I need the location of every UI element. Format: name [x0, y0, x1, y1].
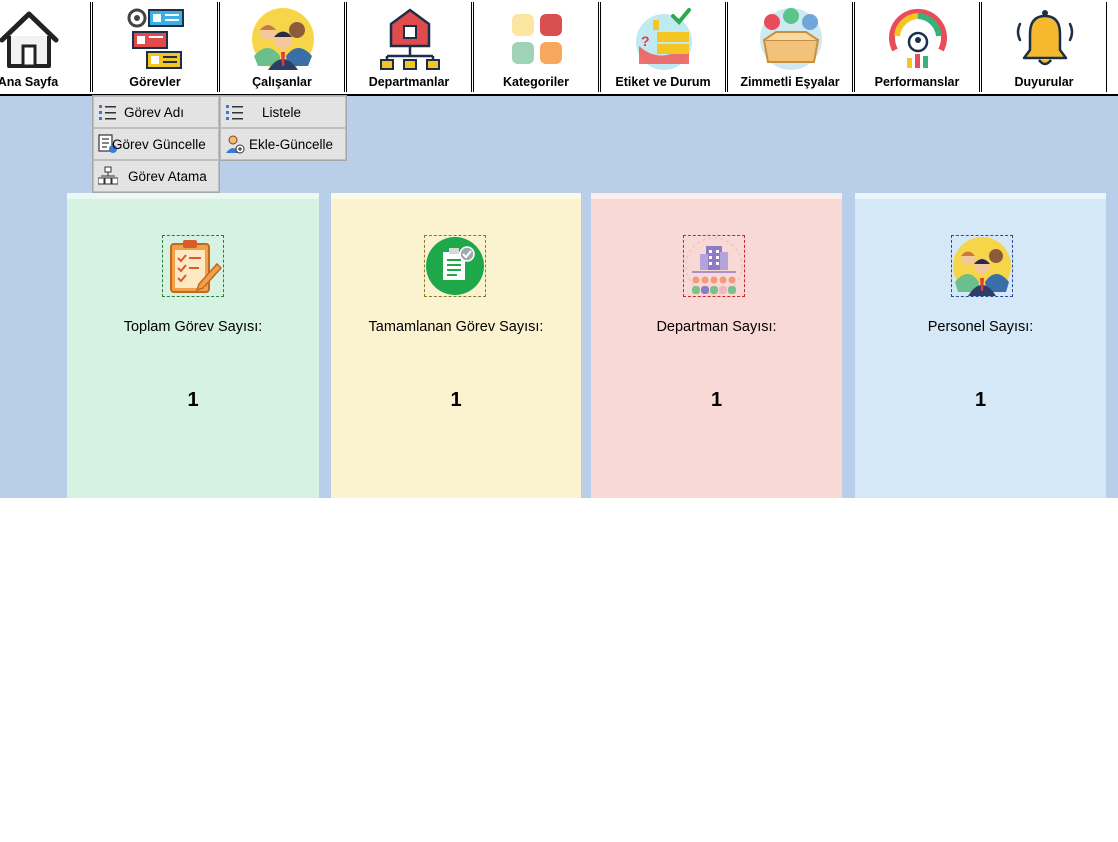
- announcements-icon: [1016, 10, 1074, 66]
- menu-item-label: Görev Adı: [124, 105, 185, 120]
- toolbar-button-performanslar[interactable]: Performanslar: [854, 2, 980, 92]
- card-value: 1: [974, 389, 987, 411]
- menu-item-gorev-adi[interactable]: Görev Adı: [93, 96, 219, 128]
- menu-item-gorev-guncelle[interactable]: Görev Güncelle: [93, 128, 219, 160]
- toolbar-label: Performanslar: [874, 75, 960, 89]
- tag-status-icon: ?: [636, 8, 692, 70]
- user-add-icon: [226, 135, 245, 154]
- toolbar-button-etiket-ve-durum[interactable]: ? Etiket ve Durum: [600, 2, 726, 92]
- menu-item-ekle-guncelle[interactable]: Ekle-Güncelle: [220, 128, 346, 160]
- employees-icon: [252, 8, 314, 70]
- department-building-icon: [683, 235, 745, 297]
- toolbar-label: Ana Sayfa: [0, 75, 59, 89]
- toolbar-label: Zimmetli Eşyalar: [740, 75, 840, 89]
- card-value: 1: [710, 389, 723, 411]
- department-count-card: Departman Sayısı: 1: [591, 193, 842, 498]
- card-title: Personel Sayısı:: [927, 319, 1034, 335]
- main-toolbar: Ana Sayfa Görevler Çalışanlar Departmanl…: [0, 0, 1118, 96]
- tasks-submenu: Listele Ekle-Güncelle: [219, 95, 347, 161]
- list-icon: [226, 105, 243, 120]
- completed-tasks-card: Tamamlanan Görev Sayısı: 1: [331, 193, 581, 498]
- card-value: 1: [187, 389, 199, 411]
- toolbar-button-kategoriler[interactable]: Kategoriler: [473, 2, 599, 92]
- toolbar-label: Kategoriler: [503, 75, 569, 89]
- toolbar-button-calisanlar[interactable]: Çalışanlar: [219, 2, 345, 92]
- menu-item-listele[interactable]: Listele: [220, 96, 346, 128]
- menu-item-label: Görev Atama: [128, 169, 207, 184]
- personnel-icon: [951, 235, 1013, 297]
- home-icon: [0, 11, 59, 68]
- menu-item-label: Görev Güncelle: [112, 137, 206, 152]
- categories-icon: [512, 14, 562, 64]
- performance-icon: [889, 8, 947, 68]
- toolbar-label: Etiket ve Durum: [615, 75, 711, 89]
- svg-text:?: ?: [641, 33, 650, 49]
- toolbar-label: Departmanlar: [368, 75, 450, 89]
- toolbar-button-gorevler[interactable]: Görevler: [92, 2, 218, 92]
- assigned-items-icon: [760, 8, 822, 70]
- toolbar-button-zimmetli-esyalar[interactable]: Zimmetli Eşyalar: [727, 2, 853, 92]
- clipboard-checklist-icon: [162, 235, 224, 297]
- toolbar-label: Duyurular: [1014, 75, 1074, 89]
- menu-item-gorev-atama[interactable]: Görev Atama: [93, 160, 219, 192]
- toolbar-button-departmanlar[interactable]: Departmanlar: [346, 2, 472, 92]
- toolbar-button-ana-sayfa[interactable]: Ana Sayfa: [0, 2, 91, 92]
- list-icon: [99, 105, 116, 120]
- card-title: Departman Sayısı:: [656, 319, 777, 335]
- menu-item-label: Ekle-Güncelle: [249, 137, 334, 152]
- tasks-icon: [127, 8, 184, 69]
- toolbar-label: Görevler: [129, 75, 181, 89]
- completed-task-icon: [424, 235, 486, 297]
- org-chart-icon: [98, 166, 118, 185]
- card-value: 1: [450, 389, 462, 411]
- toolbar-label: Çalışanlar: [252, 75, 312, 89]
- departments-icon: [380, 8, 440, 70]
- card-title: Tamamlanan Görev Sayısı:: [368, 319, 544, 335]
- personnel-count-card: Personel Sayısı: 1: [855, 193, 1106, 498]
- card-title: Toplam Görev Sayısı:: [123, 319, 263, 335]
- toolbar-button-duyurular[interactable]: Duyurular: [981, 2, 1107, 92]
- tasks-dropdown-menu: Görev Adı Görev Güncelle Görev Atama: [92, 95, 220, 193]
- total-tasks-card: Toplam Görev Sayısı: 1: [67, 193, 319, 498]
- menu-item-label: Listele: [262, 105, 302, 120]
